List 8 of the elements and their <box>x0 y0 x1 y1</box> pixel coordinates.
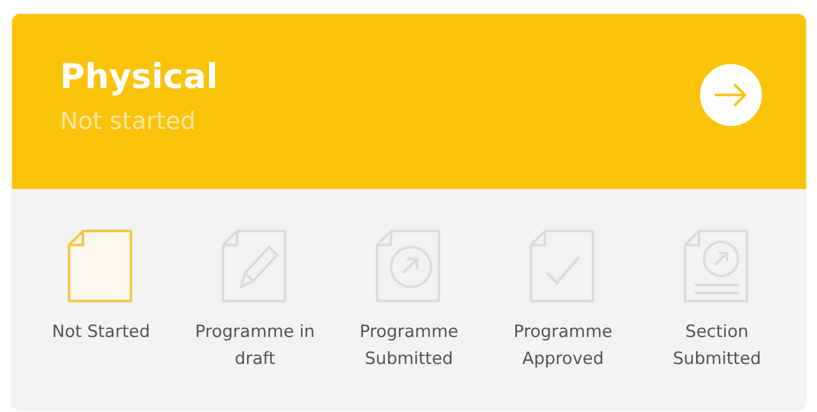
card-title: Physical <box>60 56 218 96</box>
stage-label: Section Submitted <box>672 321 762 371</box>
stage-label: Not Started <box>51 321 151 344</box>
stage-label: Programme Approved <box>512 321 614 371</box>
arrow-right-icon <box>714 82 748 106</box>
stage-label: Programme in draft <box>194 321 316 371</box>
status-text: Not started <box>60 106 197 134</box>
stage-label: Programme Submitted <box>358 321 460 371</box>
